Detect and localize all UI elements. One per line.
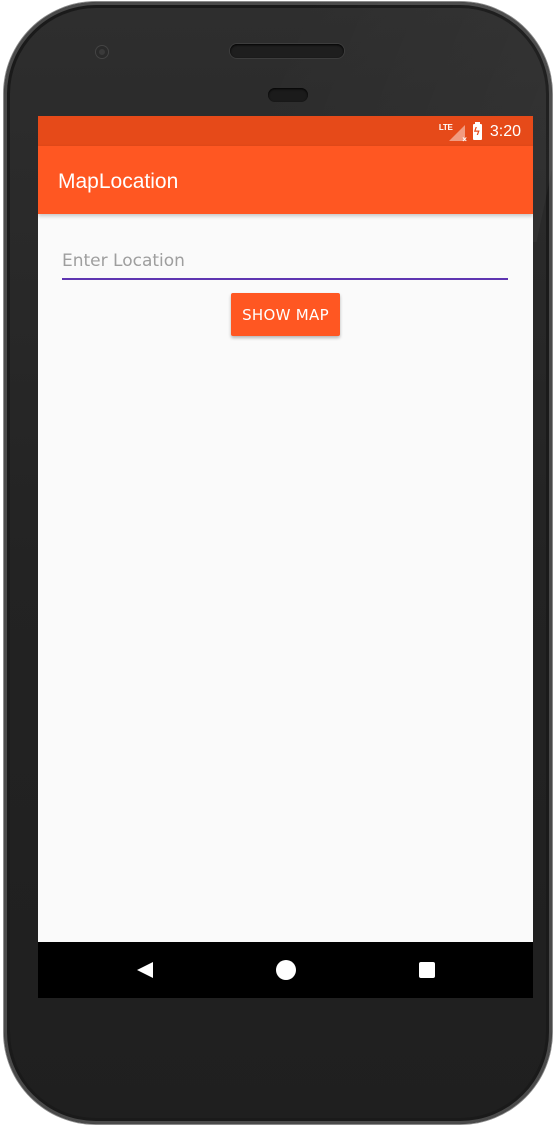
status-icons: LTE × ϟ 3:20	[439, 122, 521, 144]
status-bar: LTE × ϟ 3:20	[38, 116, 533, 146]
recents-icon[interactable]	[419, 962, 435, 978]
proximity-sensor	[268, 88, 308, 102]
speaker-grille	[230, 44, 344, 58]
location-input[interactable]	[62, 246, 508, 280]
front-camera	[96, 46, 108, 58]
phone-frame: LTE × ϟ 3:20 MapLocation SHOW MAP	[4, 2, 552, 1124]
home-icon[interactable]	[276, 960, 296, 980]
charging-bolt-icon: ϟ	[473, 126, 480, 138]
show-map-button[interactable]: SHOW MAP	[231, 293, 340, 336]
no-signal-mark: ×	[462, 135, 467, 144]
app-title: MapLocation	[58, 170, 179, 193]
device-screen: LTE × ϟ 3:20 MapLocation SHOW MAP	[38, 116, 533, 998]
battery-charging-icon: ϟ	[472, 122, 482, 140]
status-clock: 3:20	[489, 123, 521, 140]
navigation-bar	[38, 942, 533, 998]
app-toolbar: MapLocation	[38, 146, 533, 214]
back-icon[interactable]	[137, 962, 153, 978]
lte-signal-icon: LTE ×	[439, 123, 467, 144]
